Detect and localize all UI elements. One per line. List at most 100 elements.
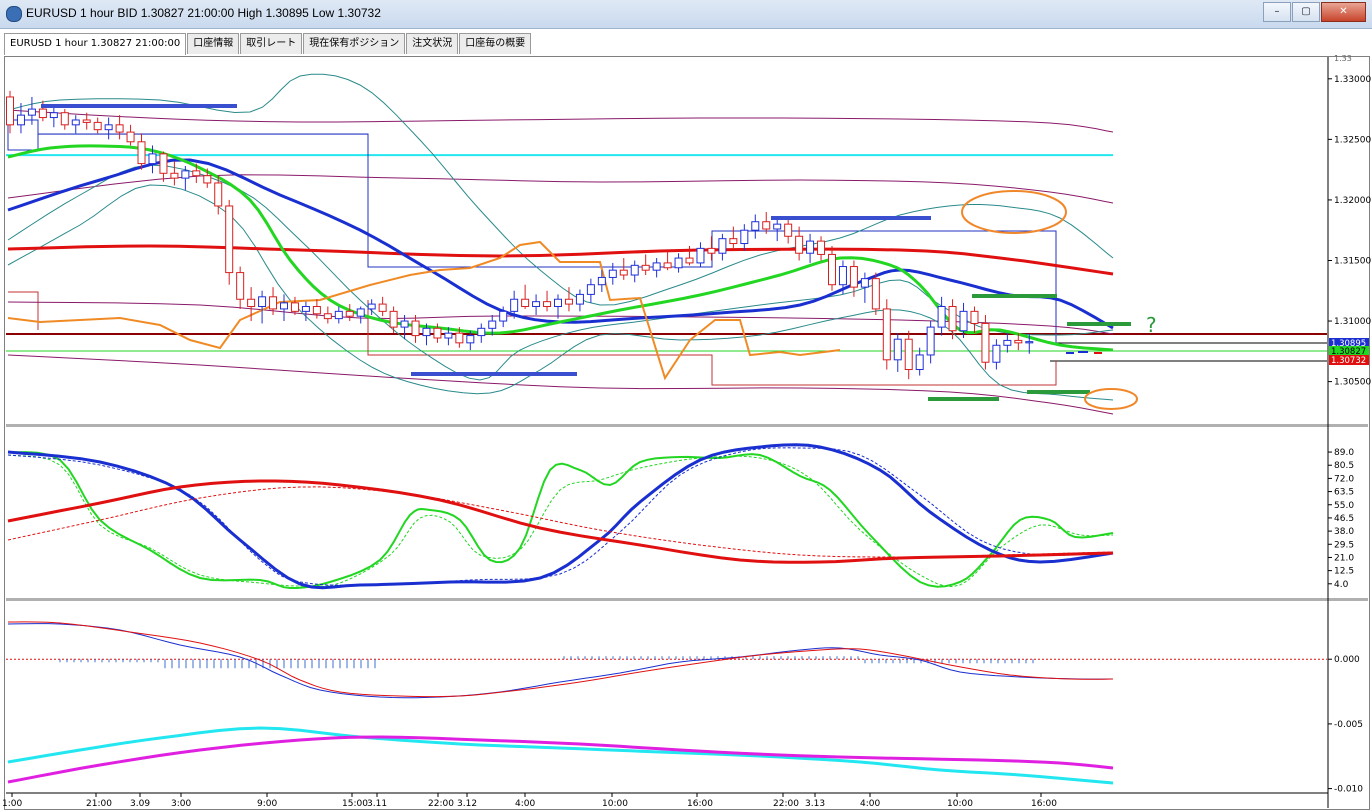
candle-body bbox=[1014, 339, 1023, 344]
candle-body bbox=[981, 322, 990, 363]
candle-body bbox=[203, 175, 212, 184]
candle-body bbox=[334, 310, 343, 320]
price-tick-label: 1.31000 bbox=[1334, 317, 1371, 327]
candle-body bbox=[806, 240, 815, 254]
stoch-tick-label: 38.0 bbox=[1334, 527, 1354, 537]
candle-body bbox=[685, 257, 694, 264]
candle-body bbox=[1025, 341, 1034, 344]
candle-body bbox=[159, 153, 168, 174]
candle-body bbox=[696, 247, 705, 264]
candle-body bbox=[904, 338, 913, 370]
stoch-tick-label: 29.5 bbox=[1334, 540, 1354, 550]
candle-body bbox=[466, 335, 475, 344]
price-tick-label: 1.31500 bbox=[1334, 256, 1371, 266]
candle-body bbox=[301, 306, 310, 312]
price-label-text: 1.30732 bbox=[1331, 356, 1366, 366]
candle-body bbox=[323, 313, 332, 320]
time-tick-label: 16:00 bbox=[1031, 799, 1057, 809]
candle-body bbox=[312, 306, 321, 315]
candle-body bbox=[38, 108, 47, 119]
candle-body bbox=[817, 240, 826, 255]
candle-body bbox=[674, 257, 683, 269]
candle-body bbox=[27, 108, 36, 116]
candle-body bbox=[367, 303, 376, 310]
candle-body bbox=[619, 269, 628, 276]
candle-body bbox=[181, 170, 190, 179]
candle-body bbox=[641, 264, 650, 271]
price-tick-label-top: 1.33 bbox=[1334, 54, 1352, 63]
candle-body bbox=[707, 247, 716, 254]
annotation-orange-circle-bottom bbox=[1084, 388, 1138, 410]
candle-body bbox=[356, 308, 365, 317]
candle-body bbox=[148, 153, 157, 165]
candle-body bbox=[740, 229, 749, 245]
time-tick-label: 4:00 bbox=[860, 799, 880, 809]
time-tick-label: 9:00 bbox=[257, 799, 277, 809]
candle-body bbox=[575, 293, 584, 305]
candle-body bbox=[564, 298, 573, 305]
candle-body bbox=[1003, 339, 1012, 346]
price-tick-label: 1.33000 bbox=[1334, 75, 1371, 85]
time-tick-label: 3.12 bbox=[457, 799, 477, 809]
time-tick-label: 4:00 bbox=[515, 799, 535, 809]
candle-body bbox=[280, 302, 288, 310]
candle-body bbox=[970, 310, 979, 324]
candle-body bbox=[104, 124, 113, 131]
candle-body bbox=[860, 278, 869, 288]
candle-body bbox=[532, 301, 541, 308]
candle-body bbox=[389, 310, 398, 328]
osc-tick-label: -0.010 bbox=[1334, 785, 1363, 795]
time-tick-label: 3.09 bbox=[130, 799, 150, 809]
purple-upper-band-2 bbox=[7, 174, 1114, 204]
stoch-tick-label: 4.0 bbox=[1334, 580, 1349, 590]
candle-body bbox=[554, 298, 562, 308]
annotation-orange-circle-top bbox=[961, 190, 1067, 234]
candle-body bbox=[871, 278, 880, 310]
stoch-tick-label: 55.0 bbox=[1334, 501, 1354, 511]
candle-body bbox=[597, 276, 606, 286]
orange-indicator-line bbox=[7, 240, 841, 381]
candle-body bbox=[433, 327, 442, 339]
chart-svg[interactable]: 1.33000 1.32500 1.32000 1.31500 1.31000 1.305… bbox=[0, 0, 1372, 810]
candle-body bbox=[126, 131, 135, 143]
stoch-tick-label: 12.5 bbox=[1334, 567, 1354, 577]
candle-body bbox=[71, 119, 80, 126]
candle-body bbox=[192, 170, 201, 177]
candle-body bbox=[795, 235, 804, 254]
candle-body bbox=[543, 301, 552, 308]
candle-body bbox=[49, 112, 58, 119]
candle-body bbox=[345, 310, 354, 317]
candle-body bbox=[718, 238, 727, 254]
candle-body bbox=[882, 308, 891, 361]
candle-body bbox=[82, 119, 91, 123]
stoch-tick-label: 21.0 bbox=[1334, 553, 1354, 563]
stoch-red-line bbox=[7, 479, 1114, 564]
candle-body bbox=[378, 303, 387, 312]
time-tick-label: 22:00 bbox=[773, 799, 799, 809]
candle-body bbox=[170, 172, 179, 179]
bollinger-mid-band bbox=[7, 164, 1114, 381]
day-range-lower-outline bbox=[8, 291, 1057, 386]
candle-body bbox=[608, 269, 617, 278]
purple-upper-band bbox=[7, 109, 1114, 133]
candle-body bbox=[510, 298, 519, 312]
candle-body bbox=[16, 114, 25, 126]
price-tick-label: 1.32500 bbox=[1334, 135, 1371, 145]
candle-body bbox=[6, 96, 14, 126]
candle-body bbox=[247, 298, 256, 308]
candle-body bbox=[915, 354, 924, 370]
time-tick-label: 1:00 bbox=[2, 799, 22, 809]
candle-body bbox=[137, 141, 146, 165]
candle-body bbox=[60, 112, 69, 126]
bollinger-lower-band bbox=[7, 184, 1114, 401]
candle-body bbox=[499, 310, 508, 322]
price-tick-label: 1.32000 bbox=[1334, 196, 1371, 206]
candle-body bbox=[400, 320, 409, 328]
stoch-tick-label: 80.5 bbox=[1334, 461, 1354, 471]
price-tick-label: 1.30500 bbox=[1334, 378, 1371, 388]
candle-body bbox=[937, 306, 946, 328]
time-tick-label: 15:00 bbox=[342, 799, 368, 809]
candle-body bbox=[422, 327, 431, 337]
stoch-tick-label: 89.0 bbox=[1334, 448, 1354, 458]
candle-body bbox=[115, 124, 124, 133]
